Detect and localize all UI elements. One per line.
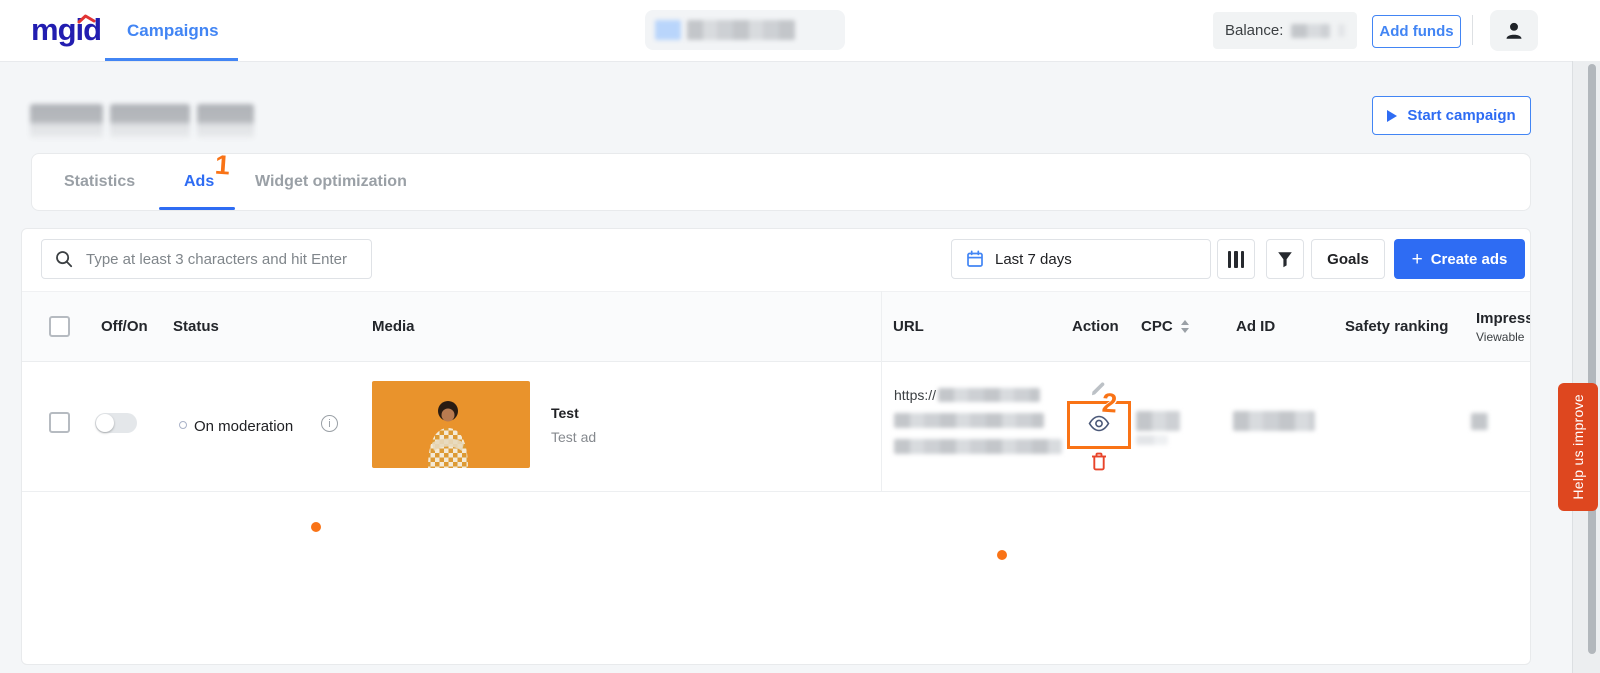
select-all-checkbox[interactable]: [49, 316, 70, 337]
redacted-block: [687, 20, 795, 40]
help-us-improve-tab[interactable]: Help us improve: [1558, 383, 1598, 511]
annotation-step-1: 1: [214, 150, 231, 182]
row-checkbox[interactable]: [49, 412, 70, 433]
info-icon[interactable]: i: [321, 415, 338, 432]
date-range-value: Last 7 days: [995, 251, 1072, 268]
nav-active-underline: [105, 58, 238, 61]
column-group-divider: [881, 291, 882, 491]
tab-ads[interactable]: Ads: [184, 154, 214, 210]
annotation-dot-1: [311, 522, 321, 532]
col-cpc: CPC: [1141, 291, 1189, 362]
filter-funnel-icon: [1277, 251, 1293, 268]
account-menu-button[interactable]: [1490, 10, 1538, 51]
date-range-picker[interactable]: Last 7 days: [951, 239, 1211, 279]
url-redacted: [938, 388, 1040, 402]
impressions-redacted-value: [1471, 413, 1488, 430]
redacted-block: [1338, 24, 1345, 37]
columns-icon: [1228, 251, 1245, 268]
ads-table-card: Last 7 days Goals + Create ads Off/On St…: [21, 228, 1531, 665]
search-input[interactable]: [41, 239, 372, 279]
tab-active-underline: [159, 207, 235, 210]
annotation-box-step-2: [1067, 401, 1131, 449]
cpc-redacted-sub: [1136, 435, 1168, 445]
row-divider: [22, 491, 1531, 492]
table-header-row: [22, 291, 1531, 362]
start-campaign-button[interactable]: Start campaign: [1372, 96, 1531, 135]
col-url: URL: [893, 291, 924, 362]
ad-id-redacted-value: [1233, 411, 1315, 431]
create-ads-label: Create ads: [1431, 251, 1508, 268]
filter-button[interactable]: [1266, 239, 1304, 279]
ad-media-thumbnail: [372, 381, 530, 468]
columns-button[interactable]: [1217, 239, 1255, 279]
ad-title: Test: [551, 405, 579, 421]
mgid-dashboard: mgid Campaigns Balance: Add funds: [0, 0, 1600, 673]
header-redacted-control[interactable]: [645, 10, 845, 50]
col-media: Media: [372, 291, 415, 362]
search-box: [41, 239, 372, 279]
plus-icon: +: [1412, 250, 1423, 269]
page-title-redacted: [197, 104, 254, 138]
row-status: On moderation: [194, 418, 293, 435]
balance-redacted-value: [1291, 24, 1329, 38]
tab-widget-optimization[interactable]: Widget optimization: [255, 154, 407, 210]
redacted-block: [655, 20, 681, 40]
delete-trash-icon[interactable]: [1090, 451, 1108, 471]
col-off-on: Off/On: [101, 291, 148, 362]
row-off-on-toggle[interactable]: [95, 413, 137, 433]
url-redacted-line-3: [894, 439, 1062, 454]
col-impressions-sub: Viewable: [1476, 330, 1524, 344]
col-ad-id: Ad ID: [1236, 291, 1275, 362]
col-impressions: Impressions Viewable: [1476, 291, 1531, 362]
annotation-step-2: 2: [1101, 388, 1118, 420]
tab-statistics[interactable]: Statistics: [64, 154, 135, 210]
col-cpc-label: CPC: [1141, 318, 1173, 335]
play-icon: [1387, 110, 1397, 122]
ad-url: https://: [894, 387, 1040, 403]
page-title-redacted: [110, 104, 190, 138]
scrollbar-thumb[interactable]: [1588, 64, 1596, 654]
start-campaign-label: Start campaign: [1407, 107, 1515, 124]
annotation-dot-2: [997, 550, 1007, 560]
toggle-knob: [96, 414, 114, 432]
mgid-logo[interactable]: mgid: [31, 12, 101, 48]
sort-icon[interactable]: [1181, 320, 1189, 333]
url-redacted-line-2: [894, 413, 1044, 428]
ad-subtitle: Test ad: [551, 429, 596, 445]
col-impressions-label: Impressions: [1476, 310, 1531, 327]
info-glyph: i: [328, 418, 330, 430]
balance-chip[interactable]: Balance:: [1213, 12, 1357, 49]
header-divider: [1472, 15, 1473, 45]
status-dot-icon: [179, 421, 187, 429]
help-tab-label: Help us improve: [1570, 394, 1586, 500]
nav-campaigns[interactable]: Campaigns: [127, 0, 219, 61]
col-status: Status: [173, 291, 219, 362]
ad-image: [372, 381, 530, 468]
balance-label: Balance:: [1225, 22, 1283, 39]
search-icon: [55, 250, 73, 268]
goals-button[interactable]: Goals: [1311, 239, 1385, 279]
url-prefix: https://: [894, 387, 936, 403]
top-bar: mgid Campaigns Balance: Add funds: [0, 0, 1600, 62]
col-action: Action: [1072, 291, 1119, 362]
cpc-redacted-value: [1136, 411, 1180, 431]
create-ads-button[interactable]: + Create ads: [1394, 239, 1525, 279]
page-title-redacted: [30, 104, 103, 138]
logo-check-icon: [77, 13, 97, 27]
user-icon: [1503, 20, 1525, 42]
add-funds-button[interactable]: Add funds: [1372, 15, 1461, 48]
calendar-icon: [966, 250, 984, 268]
campaign-tabs-card: Statistics Ads Widget optimization: [31, 153, 1531, 211]
col-safety-ranking: Safety ranking: [1345, 291, 1448, 362]
